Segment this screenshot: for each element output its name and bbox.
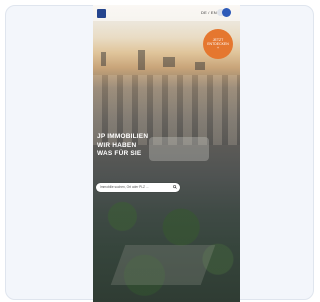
hero-headline: JP IMMOBILIEN WIR HABEN WAS FÜR SIE	[97, 133, 197, 159]
plaza	[110, 245, 216, 285]
search-icon[interactable]	[173, 185, 177, 189]
search-placeholder: Immobilie suchen, Ort oder PLZ ...	[100, 185, 149, 189]
toggle-knob-icon	[222, 8, 231, 17]
cta-badge[interactable]: JETZT ENTDECKEN +	[203, 29, 233, 59]
headline-line: WIR HABEN	[97, 141, 137, 149]
headline-line: WAS FÜR SIE	[97, 150, 142, 157]
menu-toggle[interactable]	[217, 8, 231, 17]
language-switch-label[interactable]: DE / EN	[201, 10, 217, 15]
skyline-building	[195, 62, 205, 70]
mobile-preview: DE / EN JETZT ENTDECKEN + JP IMMOBILIEN …	[93, 5, 240, 302]
top-navigation-bar: DE / EN	[93, 5, 240, 21]
search-input[interactable]: Immobilie suchen, Ort oder PLZ ...	[96, 183, 180, 192]
skyline-building	[163, 57, 175, 67]
headline-line: JP IMMOBILIEN	[97, 133, 149, 140]
skyline-building	[101, 52, 106, 66]
badge-line: +	[216, 46, 220, 50]
skyline-building	[138, 50, 145, 70]
logo-icon[interactable]	[97, 9, 106, 18]
